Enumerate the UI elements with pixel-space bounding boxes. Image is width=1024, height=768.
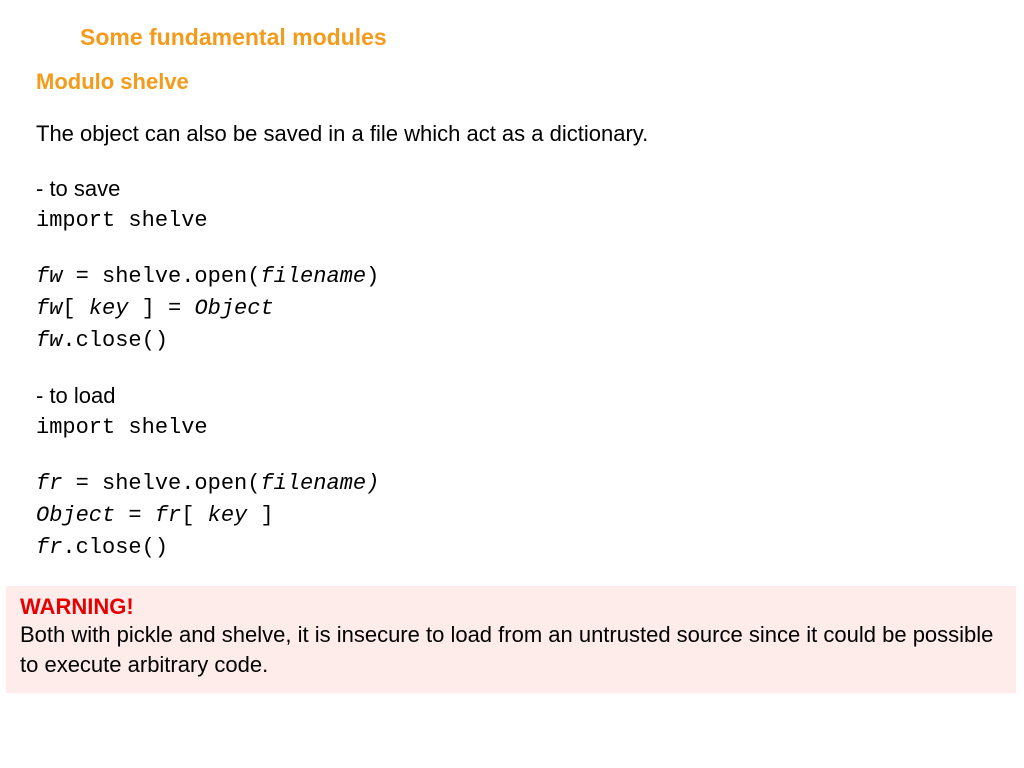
body-content: - to save import shelve fw = shelve.open… <box>36 173 1024 564</box>
warning-text: Both with pickle and shelve, it is insec… <box>20 620 1002 679</box>
save-open: fw = shelve.open(filename) <box>36 261 1024 293</box>
warning-label: WARNING! <box>20 594 1002 620</box>
save-label: - to save <box>36 173 1024 205</box>
section-title: Modulo shelve <box>36 69 1024 95</box>
load-label: - to load <box>36 380 1024 412</box>
intro-text: The object can also be saved in a file w… <box>36 121 1024 147</box>
load-open: fr = shelve.open(filename) <box>36 468 1024 500</box>
load-assign: Object = fr[ key ] <box>36 500 1024 532</box>
warning-box: WARNING! Both with pickle and shelve, it… <box>6 586 1016 693</box>
save-close: fw.close() <box>36 325 1024 357</box>
page-title: Some fundamental modules <box>80 24 1024 51</box>
save-import: import shelve <box>36 205 1024 237</box>
load-close: fr.close() <box>36 532 1024 564</box>
save-assign: fw[ key ] = Object <box>36 293 1024 325</box>
load-import: import shelve <box>36 412 1024 444</box>
